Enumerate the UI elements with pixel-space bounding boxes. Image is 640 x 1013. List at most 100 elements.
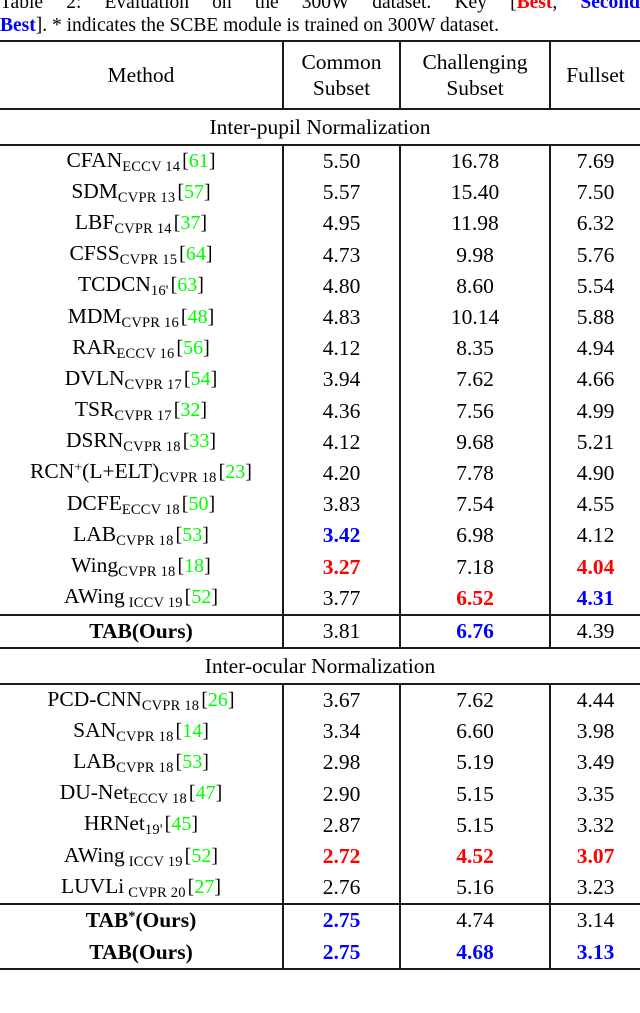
value-cell: 3.49 [550,747,640,778]
table-row: HRNet19' [45] 2.87 5.15 3.32 [0,809,640,841]
metric-value: 8.35 [456,336,494,361]
metric-value: 2.98 [322,750,361,775]
table-row: TSRCVPR 17 [32] 4.36 7.56 4.99 [0,395,640,427]
citation-ref[interactable]: [45] [165,813,198,835]
caption-separator: , [552,0,581,13]
column-header-line: Fullset [566,63,625,87]
method-cell: CFANECCV 14 [61] [0,143,284,178]
value-cell: 4.66 [550,364,640,395]
method-name: DU-Net [59,780,129,805]
metric-value: 4.73 [322,242,361,267]
method-venue-subscript: ECCV 14 [122,158,181,175]
citation-bracket-close: ] [210,367,218,390]
citation-ref[interactable]: [53] [176,751,209,773]
value-cell: 8.35 [400,333,551,365]
value-cell: 15.40 [400,177,551,209]
table-row: RARECCV 16 [56] 4.12 8.35 4.94 [0,333,640,365]
citation-bracket-close: ] [211,844,218,867]
citation-number: 48 [187,305,208,328]
citation-number: 33 [189,430,210,453]
citation-ref[interactable]: [47] [189,782,222,804]
citation-ref[interactable]: [52] [185,586,218,608]
value-cell: 5.19 [400,747,551,779]
citation-ref[interactable]: [61] [182,150,215,172]
table-row: CFSSCVPR 15 [64] 4.73 9.98 5.76 [0,239,640,271]
method-cell: DU-NetECCV 18 [47] [0,778,284,810]
metric-value: 6.76 [456,618,494,643]
caption-line-2: Best]. * indicates the SCBE module is tr… [0,14,640,37]
method-cell: WingCVPR 18 [18] [0,551,284,583]
citation-number: 32 [180,399,201,422]
method-cell: LUVLi CVPR 20 [27] [0,872,284,905]
table-row: SDMCVPR 13 [57] 5.57 15.40 7.50 [0,177,640,209]
citation-bracket-close: ] [197,274,204,297]
citation-number: 18 [184,555,205,577]
metric-value: 3.98 [576,719,615,744]
method-name: CFAN [66,147,123,172]
column-header-line: Challenging [422,50,528,74]
citation-ref[interactable]: [26] [201,689,234,711]
metric-value: 5.15 [456,812,494,837]
citation-ref[interactable]: [48] [181,306,214,328]
citation-ref[interactable]: [18] [177,555,210,577]
metric-value: 3.49 [576,750,615,775]
metric-value: 7.69 [576,149,615,174]
metric-value: 4.66 [576,367,615,392]
citation-ref[interactable]: [52] [185,845,218,867]
citation-ref[interactable]: [53] [176,524,209,546]
metric-value: 5.57 [322,180,361,205]
citation-ref[interactable]: [32] [174,399,207,421]
value-cell: 7.54 [400,489,551,521]
method-venue-subscript: CVPR 17 [124,376,182,393]
method-name: DSRN [65,428,124,453]
method-venue-subscript: CVPR 18 [141,697,200,714]
metric-value: 3.07 [576,844,615,869]
citation-bracket-close: ] [245,461,252,484]
citation-ref[interactable]: [37] [174,212,207,234]
section-header-row: Inter-ocular Normalization [0,647,640,684]
method-cell: TAB(Ours) [0,613,284,648]
citation-ref[interactable]: [33] [183,430,216,452]
value-cell: 9.98 [400,239,551,271]
value-cell: 2.75 [283,936,401,970]
method-venue-subscript: CVPR 18 [159,470,217,487]
metric-value: 3.35 [576,781,615,806]
citation-ref[interactable]: [54] [184,368,217,390]
metric-value: 2.75 [322,908,361,933]
citation-number: 64 [185,243,206,266]
value-cell: 5.21 [550,427,640,458]
metric-value: 2.90 [322,781,361,806]
metric-value: 5.15 [456,781,494,806]
citation-ref[interactable]: [23] [219,461,252,483]
citation-ref[interactable]: [64] [179,243,212,265]
metric-value: 4.74 [456,908,494,933]
citation-ref[interactable]: [57] [177,181,210,203]
method-cell: MDMCVPR 16 [48] [0,301,284,334]
method-name: DVLN [64,365,125,390]
method-cell: SDMCVPR 13 [57] [0,177,284,209]
metric-value: 4.31 [576,585,615,610]
citation-number: 53 [182,750,203,773]
value-cell: 4.68 [400,936,551,970]
citation-ref[interactable]: [27] [188,876,221,898]
value-cell: 3.35 [550,779,640,810]
citation-number: 53 [182,523,203,546]
citation-ref[interactable]: [63] [171,274,204,296]
citation-ref[interactable]: [50] [182,493,215,515]
value-cell: 5.88 [550,302,640,333]
table-row: LBFCVPR 14 [37] 4.95 11.98 6.32 [0,208,640,240]
citation-number: 56 [183,336,204,359]
table-row: CFANECCV 14 [61] 5.50 16.78 7.69 [0,143,640,178]
citation-ref[interactable]: [14] [176,720,209,742]
citation-number: 52 [191,844,212,867]
metric-value: 10.14 [450,305,500,330]
value-cell: 4.04 [550,551,640,582]
value-cell: 2.76 [283,872,401,905]
method-name: SAN [73,717,117,742]
table-row: WingCVPR 18 [18] 3.27 7.18 4.04 [0,551,640,583]
citation-number: 57 [184,180,204,203]
method-venue-subscript: ECCV 18 [121,501,180,518]
citation-number: 27 [194,875,215,898]
citation-ref[interactable]: [56] [176,337,209,359]
citation-bracket-close: ] [204,555,211,577]
